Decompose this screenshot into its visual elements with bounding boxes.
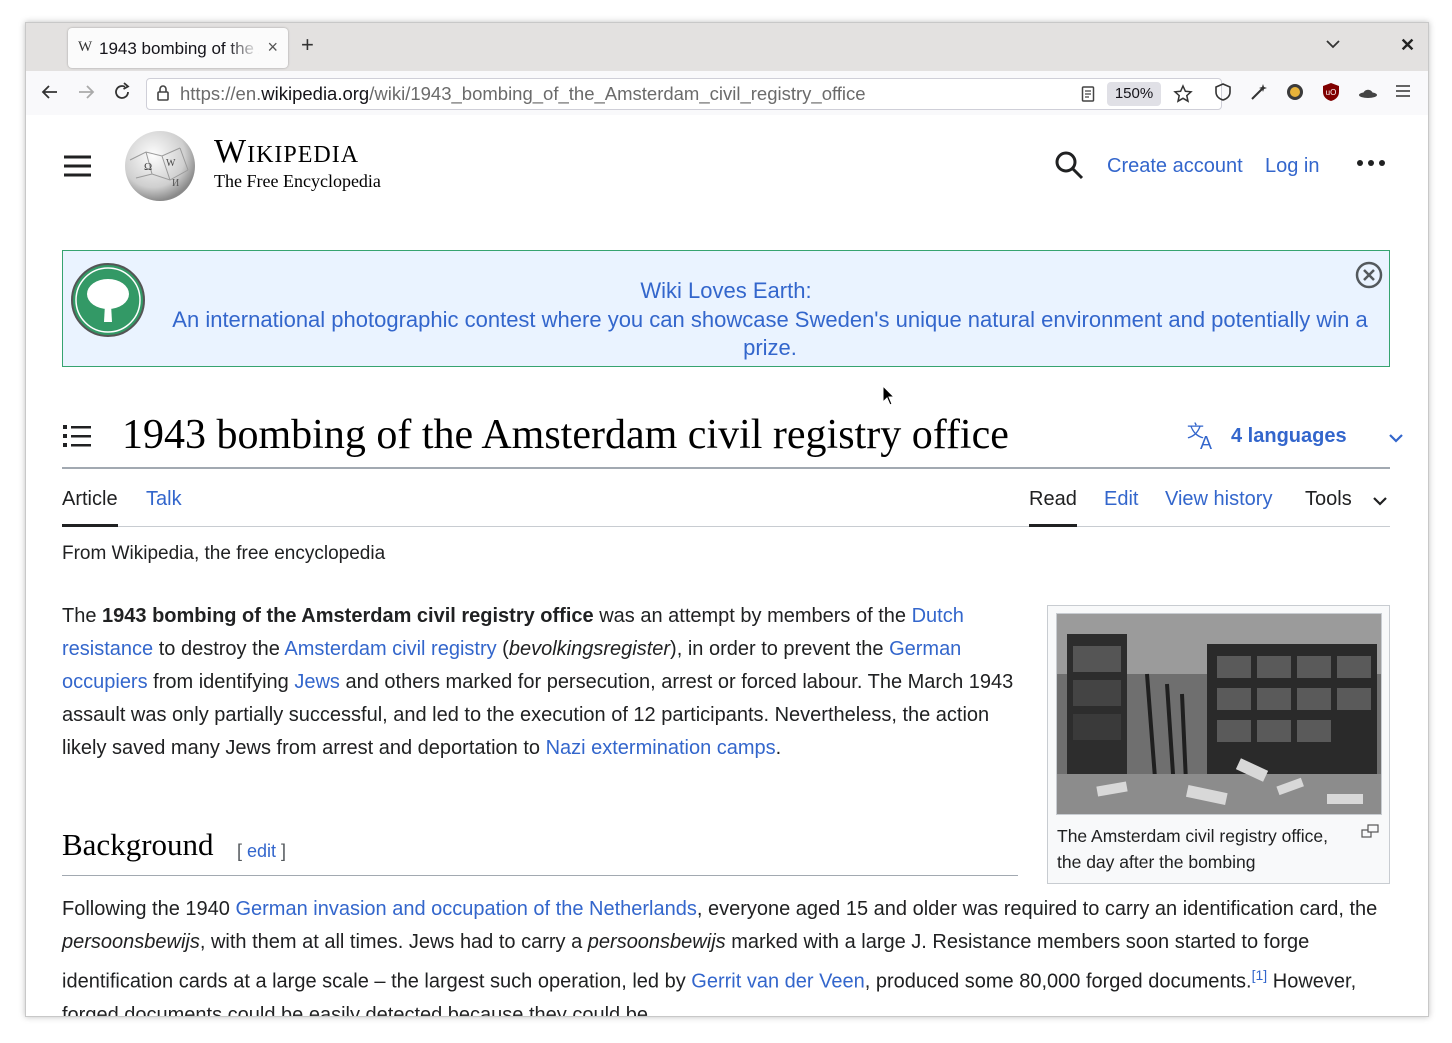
- banner-text-link[interactable]: An international photographic contest wh…: [163, 306, 1377, 362]
- section-edit: [ edit ]: [237, 841, 286, 862]
- article-subject: 1943 bombing of the Amsterdam civil regi…: [102, 605, 594, 627]
- registry-office-photo[interactable]: [1056, 613, 1382, 815]
- shield-icon[interactable]: [1213, 82, 1233, 107]
- table-of-contents-icon[interactable]: [62, 423, 92, 454]
- browser-tab[interactable]: W 1943 bombing of the Amsterdam civil re…: [68, 28, 288, 68]
- tab-read[interactable]: Read: [1029, 488, 1077, 527]
- site-subtitle: From Wikipedia, the free encyclopedia: [62, 543, 386, 564]
- body-italic: persoonsbewijs: [587, 931, 726, 953]
- wikipedia-favicon-icon: W: [78, 39, 93, 55]
- svg-text:Ω: Ω: [144, 161, 152, 173]
- new-tab-button[interactable]: +: [301, 34, 314, 56]
- section-divider: [62, 875, 1018, 876]
- edit-section-link[interactable]: edit: [247, 841, 276, 861]
- search-icon[interactable]: [1054, 150, 1084, 185]
- reader-view-icon[interactable]: [1081, 85, 1095, 108]
- address-bar[interactable]: https://en.wikipedia.org/wiki/1943_bombi…: [146, 78, 1222, 110]
- reference-link[interactable]: [1]: [1252, 967, 1268, 983]
- intro-text: The: [62, 605, 103, 627]
- tools-label: Tools: [1305, 488, 1352, 510]
- more-options-icon[interactable]: [1356, 153, 1386, 178]
- languages-label: 4 languages: [1231, 425, 1347, 447]
- back-icon[interactable]: [40, 82, 60, 107]
- enlarge-icon[interactable]: [1361, 824, 1379, 843]
- link-amsterdam-civil-registry[interactable]: Amsterdam civil registry: [284, 638, 496, 660]
- section-heading-background: Background: [62, 827, 214, 862]
- intro-text: ), in order to prevent the: [670, 638, 890, 660]
- intro-text: from identifying: [147, 671, 295, 693]
- page-content: Ω W И Wikipedia The Free Encyclopedia Cr…: [26, 115, 1428, 1016]
- link-nazi-extermination-camps[interactable]: Nazi extermination camps: [546, 737, 776, 759]
- tab-title: 1943 bombing of the Amsterdam civil regi…: [99, 39, 259, 58]
- log-in-link[interactable]: Log in: [1265, 155, 1320, 178]
- list-all-tabs-icon[interactable]: [1325, 37, 1341, 55]
- link-jews[interactable]: Jews: [294, 671, 340, 693]
- create-account-link[interactable]: Create account: [1107, 155, 1243, 178]
- image-caption: The Amsterdam civil registry office, the…: [1057, 826, 1329, 872]
- tab-talk[interactable]: Talk: [146, 488, 182, 524]
- title-divider: [62, 467, 1390, 469]
- link-gerrit-van-der-veen[interactable]: Gerrit van der Veen: [691, 971, 864, 993]
- wikipedia-wordmark[interactable]: Wikipedia: [214, 133, 359, 171]
- tab-edit[interactable]: Edit: [1104, 488, 1138, 524]
- url-text[interactable]: https://en.wikipedia.org/wiki/1943_bombi…: [180, 83, 866, 105]
- intro-text: .: [775, 737, 782, 759]
- intro-text: to destroy the: [153, 638, 285, 660]
- page-title: 1943 bombing of the Amsterdam civil regi…: [122, 412, 1009, 458]
- tab-view-history[interactable]: View history: [1165, 488, 1272, 524]
- body-text: , with them at all times. Jews had to ca…: [199, 931, 588, 953]
- wikipedia-tagline[interactable]: The Free Encyclopedia: [214, 171, 381, 192]
- zoom-level-button[interactable]: 150%: [1107, 82, 1161, 106]
- edit-bracket: ]: [276, 841, 287, 861]
- central-notice-banner: Wiki Loves Earth: An international photo…: [62, 250, 1390, 367]
- intro-italic: bevolkingsregister: [508, 638, 671, 660]
- close-tab-icon[interactable]: ×: [267, 37, 278, 58]
- page-tabs: Article Talk Read Edit View history Tool…: [62, 488, 1390, 527]
- background-paragraph: Following the 1940 German invasion and o…: [62, 893, 1402, 1016]
- body-text: Following the 1940: [62, 898, 236, 920]
- banner-title-link[interactable]: Wiki Loves Earth:: [63, 278, 1389, 304]
- browser-window: W 1943 bombing of the Amsterdam civil re…: [25, 22, 1429, 1017]
- edit-bracket: [: [237, 841, 248, 861]
- extension-wand-icon[interactable]: [1248, 82, 1270, 107]
- svg-text:A: A: [1200, 433, 1212, 451]
- body-text: , everyone aged 15 and older was require…: [696, 898, 1378, 920]
- body-text: , produced some 80,000 forged documents.: [864, 970, 1252, 993]
- bookmark-star-icon[interactable]: [1173, 84, 1193, 109]
- intro-text: was an attempt by members of the: [593, 605, 912, 627]
- tools-chevron-icon: [1373, 497, 1387, 506]
- svg-text:И: И: [172, 178, 179, 189]
- ublock-origin-icon[interactable]: uO: [1321, 82, 1341, 107]
- reload-icon[interactable]: [112, 82, 132, 107]
- lock-icon[interactable]: [156, 84, 170, 107]
- infobox-image: The Amsterdam civil registry office, the…: [1047, 605, 1390, 884]
- mouse-cursor-icon: [882, 384, 896, 412]
- navigation-toolbar: https://en.wikipedia.org/wiki/1943_bombi…: [26, 71, 1428, 116]
- wikipedia-globe-logo[interactable]: Ω W И: [122, 130, 198, 207]
- link-german-invasion[interactable]: German invasion and occupation of the Ne…: [235, 898, 696, 920]
- window-close-icon[interactable]: ✕: [1400, 35, 1415, 56]
- extension-globe-icon[interactable]: [1285, 82, 1305, 107]
- svg-text:W: W: [166, 158, 176, 169]
- forward-icon[interactable]: [76, 82, 96, 107]
- intro-text: (: [496, 638, 509, 660]
- tab-bar: W 1943 bombing of the Amsterdam civil re…: [26, 23, 1428, 71]
- intro-paragraph: The 1943 bombing of the Amsterdam civil …: [62, 600, 1022, 765]
- body-italic: persoonsbewijs: [62, 931, 200, 953]
- extension-hat-icon[interactable]: [1357, 82, 1379, 107]
- tools-menu[interactable]: Tools: [1305, 488, 1387, 524]
- close-banner-icon[interactable]: [1355, 261, 1383, 294]
- tab-article[interactable]: Article: [62, 488, 118, 527]
- translate-icon: 文A: [1186, 421, 1218, 456]
- main-menu-icon[interactable]: [63, 154, 93, 183]
- chevron-down-icon: [1388, 431, 1404, 449]
- app-menu-icon[interactable]: [1394, 82, 1412, 105]
- svg-text:uO: uO: [1326, 88, 1337, 97]
